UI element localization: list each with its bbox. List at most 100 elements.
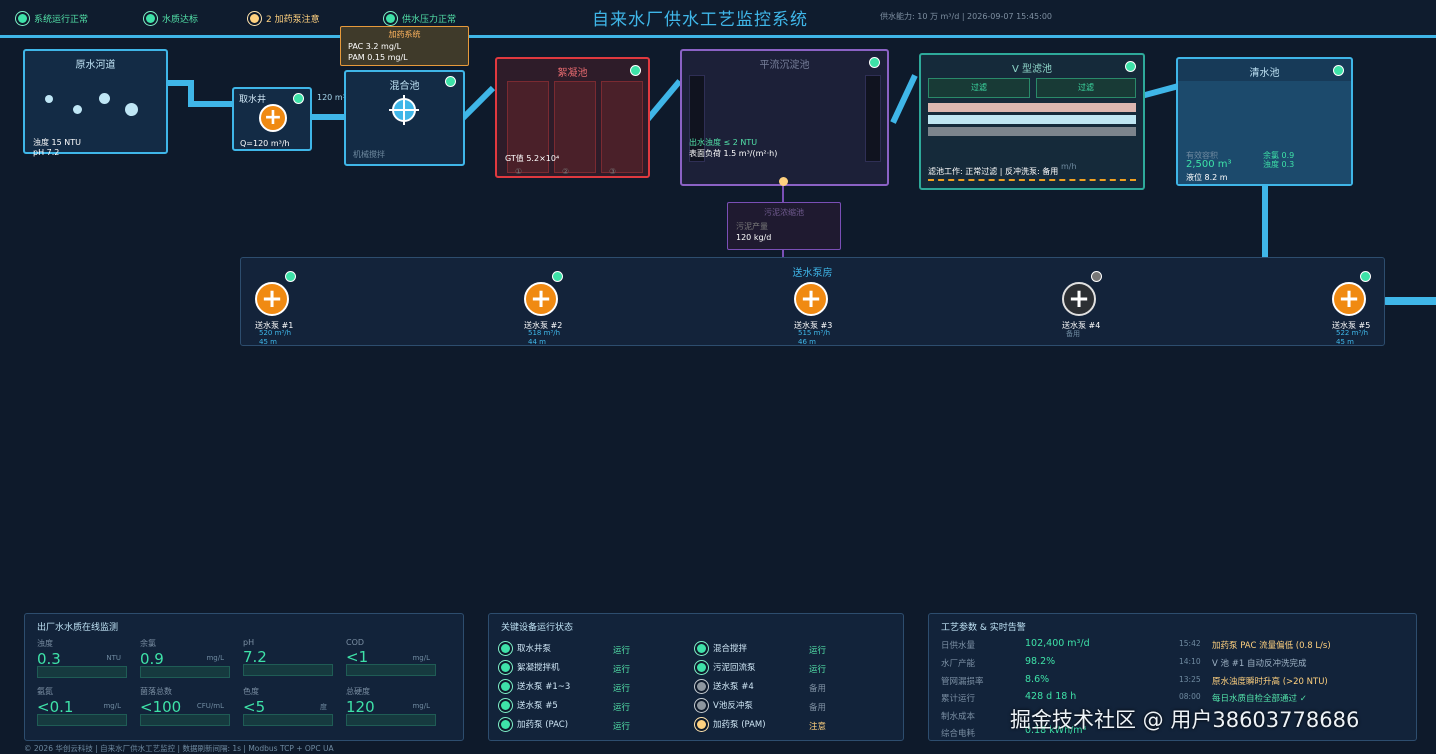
alert-message[interactable]: 原水浊度瞬时升高 (>20 NTU): [1212, 675, 1328, 687]
pump-unit[interactable]: + 送水泵 #4 备用: [1062, 271, 1122, 346]
pump-icon[interactable]: +: [794, 282, 828, 316]
clear-title: 清水池: [1249, 68, 1280, 79]
clear-indicator: [1333, 65, 1344, 76]
status-dot: [501, 643, 510, 653]
pump-icon[interactable]: +: [255, 282, 289, 316]
clear-cap: 2,500 m³: [1186, 159, 1232, 170]
sludge-tank[interactable]: 污泥浓缩池 污泥产量 120 kg/d: [727, 202, 841, 250]
layer-gravel: [928, 127, 1136, 136]
equipment-item[interactable]: V池反冲泵: [697, 699, 753, 711]
pump-flow: 备用: [1066, 330, 1080, 338]
alert-message[interactable]: 每日水质自检全部通过 ✓: [1212, 692, 1307, 704]
metric[interactable]: 氨氮 <0.1 mg/L: [37, 686, 127, 726]
pump-flow: 520 m³/h: [259, 329, 292, 337]
metric-unit: NTU: [106, 654, 121, 662]
metric[interactable]: 余氯 0.9 mg/L: [140, 638, 230, 678]
flocc-cell: [601, 81, 643, 173]
equipment-state: 运行: [613, 646, 631, 656]
capacity-clock: 供水能力: 10 万 m³/d | 2026-09-07 15:45:00: [880, 12, 1053, 21]
equipment-name: 送水泵 #4: [713, 682, 754, 692]
param-key: 累计运行: [941, 694, 976, 704]
equipment-name: 混合搅拌: [713, 644, 748, 654]
alert-message[interactable]: V 池 #1 自动反冲洗完成: [1212, 657, 1306, 669]
pumphouse-title: 送水泵房: [792, 268, 833, 279]
equipment-item[interactable]: 送水泵 #4: [697, 680, 754, 692]
intake-pump-icon[interactable]: +: [259, 104, 287, 132]
equipment-name: 加药泵 (PAC): [517, 720, 569, 730]
metric-label: 色度: [243, 687, 259, 696]
river-box[interactable]: 原水河道 浊度 15 NTU pH 7.2: [23, 49, 168, 157]
metric-unit: mg/L: [103, 702, 121, 710]
vfilter-right: 过滤: [1036, 78, 1136, 98]
pump-icon[interactable]: +: [524, 282, 558, 316]
pipe: [188, 101, 234, 107]
equipment-item[interactable]: 混合搅拌: [697, 642, 747, 654]
equipment-item[interactable]: 絮凝搅拌机: [501, 661, 560, 673]
equipment-name: 加药泵 (PAM): [713, 720, 766, 730]
clear-water-tank[interactable]: 清水池 有效容积 2,500 m³ 液位 8.2 m 余氯 0.9 浊度 0.3: [1176, 57, 1353, 186]
pump-icon[interactable]: +: [1332, 282, 1366, 316]
status-system[interactable]: 系统运行正常: [18, 12, 88, 25]
pipe: [890, 74, 918, 124]
pump-unit[interactable]: + 送水泵 #2 518 m³/h 44 m: [524, 271, 584, 346]
pump-indicator: [285, 271, 296, 282]
equipment-item[interactable]: 送水泵 #1~3: [501, 680, 570, 692]
v-filter[interactable]: V 型滤池 过滤 过滤 m/h 滤池工作: 正常过滤 | 反冲洗泵: 备用: [919, 53, 1145, 190]
bubble: [73, 105, 82, 114]
metric-unit: mg/L: [206, 654, 224, 662]
status-dot: [697, 643, 706, 653]
clear-level: 液位 8.2 m: [1186, 173, 1228, 182]
metric[interactable]: 浊度 0.3 NTU: [37, 638, 127, 678]
equipment-state: 运行: [613, 703, 631, 713]
alert-time: 14:10: [1179, 657, 1201, 666]
sedim-title: 平流沉淀池: [759, 60, 810, 71]
alert-message[interactable]: 加药泵 PAC 流量偏低 (0.8 L/s): [1212, 639, 1331, 651]
equipment-name: 送水泵 #5: [517, 701, 558, 711]
metric-label: 菌落总数: [140, 687, 172, 696]
dosing-title: 加药系统: [388, 30, 421, 39]
pump-icon[interactable]: +: [1062, 282, 1096, 316]
metric[interactable]: 色度 <5 度: [243, 686, 333, 726]
param-value: 8.6%: [1025, 674, 1050, 685]
metric[interactable]: COD <1 mg/L: [346, 638, 436, 676]
equipment-item[interactable]: 取水井泵: [501, 642, 551, 654]
metric[interactable]: pH 7.2: [243, 638, 333, 676]
watermark: 掘金技术社区 @ 用户38603778686: [1010, 708, 1360, 732]
flocculation-tank[interactable]: 絮凝池 ① ② ③ GT值 5.2×10⁴: [495, 57, 650, 178]
pump-head: 46 m: [798, 338, 816, 346]
pump-unit[interactable]: + 送水泵 #3 515 m³/h 46 m: [794, 282, 854, 346]
equipment-item[interactable]: 加药泵 (PAM): [697, 718, 766, 730]
pump-unit[interactable]: + 送水泵 #5 522 m³/h 45 m: [1332, 271, 1392, 346]
equipment-state: 运行: [809, 646, 827, 656]
dosing-system[interactable]: 加药系统 PAC 3.2 mg/L PAM 0.15 mg/L: [340, 26, 469, 66]
equipment-item[interactable]: 加药泵 (PAC): [501, 718, 568, 730]
status-pressure[interactable]: 供水压力正常: [386, 12, 456, 25]
status-dot: [697, 662, 706, 672]
pump-house[interactable]: 送水泵房 + 送水泵 #1 520 m³/h 45 m + 送水泵 #2 518 m³/h…: [240, 257, 1385, 346]
cell-num: ③: [609, 167, 617, 176]
flocc-indicator: [630, 65, 641, 76]
sedimentation-tank[interactable]: 平流沉淀池 出水浊度 ≤ 2 NTU 表面负荷 1.5 m³/(m²·h): [680, 49, 889, 186]
intake-well[interactable]: 取水井 + Q=120 m³/h: [232, 87, 312, 151]
mixing-tank[interactable]: 混合池 机械搅拌: [344, 70, 465, 166]
metric[interactable]: 菌落总数 <100 CFU/mL: [140, 686, 230, 726]
equipment-item[interactable]: 送水泵 #5: [501, 699, 558, 711]
status-dot: [697, 681, 706, 691]
equipment-name: V池反冲泵: [713, 701, 753, 711]
river-title: 原水河道: [75, 60, 116, 71]
status-dosing[interactable]: 2 加药泵注意: [250, 12, 320, 25]
status-dot: [501, 700, 510, 710]
sludge-valve[interactable]: [779, 177, 788, 186]
equipment-name: 取水井泵: [517, 644, 552, 654]
param-value: 428 d 18 h: [1025, 691, 1077, 702]
equipment-item[interactable]: 污泥回流泵: [697, 661, 756, 673]
sludge-label: 污泥产量: [736, 222, 768, 231]
sedim-out: 出水浊度 ≤ 2 NTU: [689, 138, 758, 147]
pump-unit[interactable]: + 送水泵 #1 520 m³/h 45 m: [255, 271, 315, 346]
pipe-flow-label: 120 m³: [317, 93, 346, 102]
param-value: 98.2%: [1025, 656, 1056, 667]
status-dot: [501, 662, 510, 672]
status-quality[interactable]: 水质达标: [146, 12, 198, 25]
param-key: 制水成本: [941, 712, 976, 722]
metric[interactable]: 总硬度 120 mg/L: [346, 686, 436, 726]
